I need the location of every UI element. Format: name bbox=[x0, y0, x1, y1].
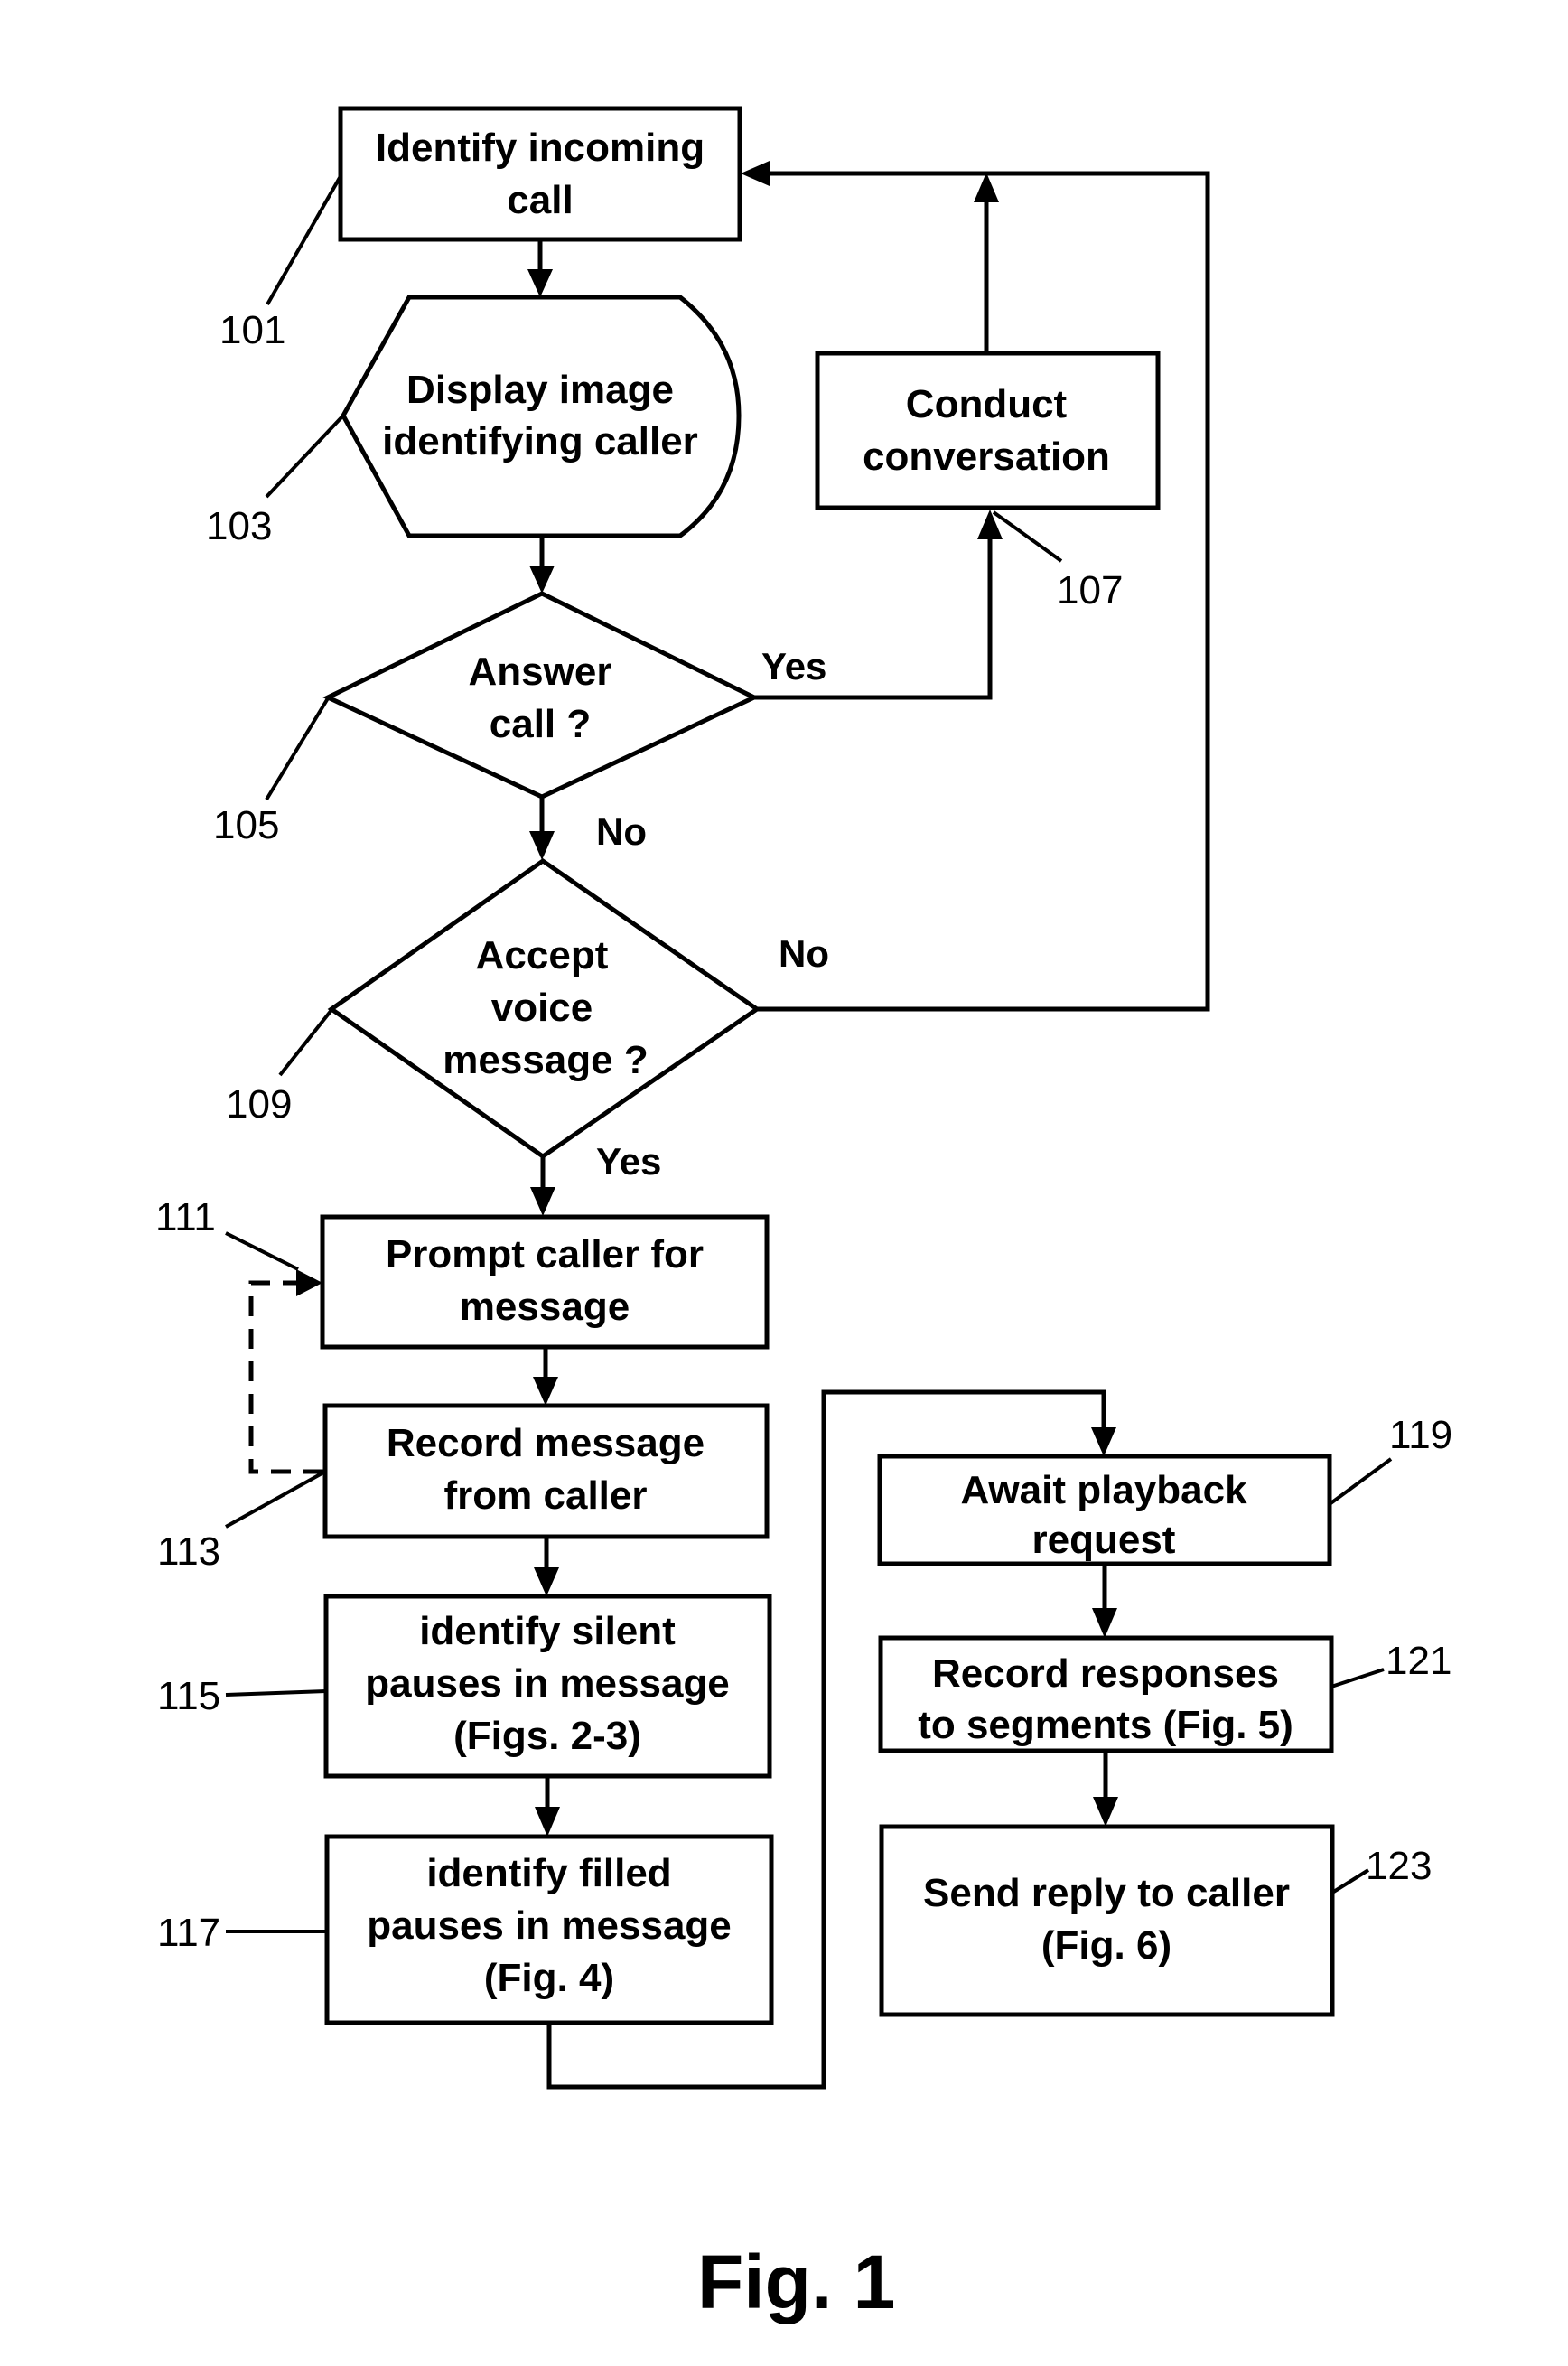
node-105-diamond bbox=[322, 591, 760, 800]
node-123-line-1: Send reply to caller bbox=[923, 1871, 1290, 1915]
ref-label-113: 113 bbox=[157, 1529, 220, 1574]
node-117-line-2: pauses in message bbox=[367, 1903, 732, 1948]
node-123-box bbox=[879, 1824, 1335, 2017]
ref-label-105: 105 bbox=[213, 803, 279, 847]
node-121-line-2: to segments (Fig. 5) bbox=[918, 1703, 1293, 1747]
ref-label-117: 117 bbox=[157, 1911, 220, 1955]
leader-109 bbox=[278, 1008, 333, 1077]
arrowhead-icon bbox=[1093, 1797, 1118, 1827]
ref-label-119: 119 bbox=[1389, 1413, 1452, 1457]
edge-109-101 bbox=[757, 171, 1210, 1012]
arrowhead-icon bbox=[530, 1187, 555, 1216]
node-109-line-1: Accept bbox=[476, 933, 609, 977]
node-101-identify-incoming-call: Identify incoming call bbox=[338, 106, 742, 242]
node-109-line-3: message ? bbox=[443, 1038, 648, 1082]
arrowhead-icon bbox=[1092, 1608, 1117, 1638]
arrowhead-icon bbox=[534, 1567, 559, 1596]
ref-label-103: 103 bbox=[206, 504, 272, 548]
node-109-accept-voice-message-decision: Accept voice message ? bbox=[327, 857, 761, 1160]
node-113-line-1: Record message bbox=[387, 1421, 705, 1465]
node-111-line-1: Prompt caller for bbox=[386, 1232, 704, 1277]
node-107-box bbox=[815, 351, 1161, 510]
node-103-display-image: Display image identifying caller bbox=[341, 295, 742, 538]
node-107-line-2: conversation bbox=[863, 435, 1110, 479]
node-119-line-1: Await playback bbox=[960, 1468, 1247, 1512]
flowchart-diagram: Identify incoming call Display image ide… bbox=[155, 106, 1452, 2324]
arrowhead-icon bbox=[974, 173, 999, 202]
node-107-line-1: Conduct bbox=[906, 382, 1068, 426]
arrowhead-icon bbox=[527, 269, 553, 297]
node-123-send-reply: Send reply to caller (Fig. 6) bbox=[879, 1824, 1335, 2017]
node-117-line-3: (Fig. 4) bbox=[484, 1956, 614, 2000]
node-121-line-1: Record responses bbox=[932, 1651, 1279, 1696]
ref-label-123: 123 bbox=[1366, 1844, 1432, 1888]
node-103-line-1: Display image bbox=[406, 368, 674, 412]
node-103-line-2: identifying caller bbox=[382, 419, 698, 463]
branch-label-accept-yes: Yes bbox=[596, 1140, 661, 1183]
arrowhead-icon bbox=[741, 161, 770, 186]
node-115-identify-silent-pauses: identify silent pauses in message (Figs.… bbox=[323, 1594, 772, 1779]
ref-label-101: 101 bbox=[219, 308, 285, 352]
arrowhead-icon bbox=[529, 831, 555, 860]
ref-label-109: 109 bbox=[226, 1082, 292, 1127]
node-121-record-responses: Record responses to segments (Fig. 5) bbox=[878, 1635, 1334, 1753]
node-123-line-2: (Fig. 6) bbox=[1041, 1923, 1171, 1968]
node-111-prompt-caller: Prompt caller for message bbox=[320, 1214, 770, 1350]
arrowhead-icon bbox=[533, 1377, 558, 1406]
leader-105 bbox=[265, 697, 330, 801]
arrowhead-icon bbox=[1091, 1427, 1116, 1456]
node-105-line-1: Answer bbox=[469, 650, 612, 694]
node-117-identify-filled-pauses: identify filled pauses in message (Fig. … bbox=[324, 1834, 774, 2025]
ref-label-121: 121 bbox=[1386, 1639, 1451, 1683]
leader-107 bbox=[992, 510, 1063, 563]
leader-111 bbox=[225, 1231, 299, 1271]
node-109-line-2: voice bbox=[491, 986, 593, 1030]
node-107-conduct-conversation: Conduct conversation bbox=[815, 351, 1161, 510]
node-115-line-1: identify silent bbox=[419, 1609, 676, 1653]
leader-115 bbox=[225, 1689, 327, 1697]
node-101-line-1: Identify incoming bbox=[376, 126, 705, 170]
leader-119 bbox=[1328, 1457, 1393, 1506]
arrowhead-icon bbox=[535, 1807, 560, 1837]
leader-121 bbox=[1330, 1668, 1385, 1688]
node-111-line-2: message bbox=[460, 1285, 630, 1329]
node-113-line-2: from caller bbox=[444, 1473, 648, 1518]
ref-label-115: 115 bbox=[157, 1674, 220, 1718]
edge-113-111-dashed bbox=[248, 1280, 323, 1474]
node-119-line-2: request bbox=[1032, 1518, 1176, 1562]
node-101-line-2: call bbox=[507, 178, 573, 222]
ref-label-111: 111 bbox=[155, 1195, 216, 1239]
figure-caption: Fig. 1 bbox=[697, 2240, 895, 2324]
branch-label-answer-no: No bbox=[596, 810, 647, 853]
leader-113 bbox=[225, 1470, 326, 1529]
node-117-line-1: identify filled bbox=[426, 1851, 671, 1895]
ref-label-107: 107 bbox=[1057, 568, 1123, 613]
node-105-answer-call-decision: Answer call ? bbox=[322, 591, 760, 800]
leader-123 bbox=[1330, 1868, 1370, 1894]
node-119-await-playback: Await playback request bbox=[877, 1454, 1332, 1566]
node-105-line-2: call ? bbox=[490, 702, 592, 746]
node-103-display-shape bbox=[341, 295, 742, 538]
node-115-line-3: (Figs. 2-3) bbox=[453, 1714, 641, 1758]
branch-label-accept-no: No bbox=[779, 932, 829, 975]
leader-103 bbox=[265, 414, 345, 499]
node-113-record-message: Record message from caller bbox=[322, 1403, 770, 1539]
node-115-line-2: pauses in message bbox=[365, 1661, 730, 1706]
branch-label-answer-yes: Yes bbox=[761, 645, 826, 687]
arrowhead-icon bbox=[296, 1269, 322, 1296]
arrowhead-icon bbox=[529, 566, 555, 594]
leader-101 bbox=[266, 175, 342, 305]
